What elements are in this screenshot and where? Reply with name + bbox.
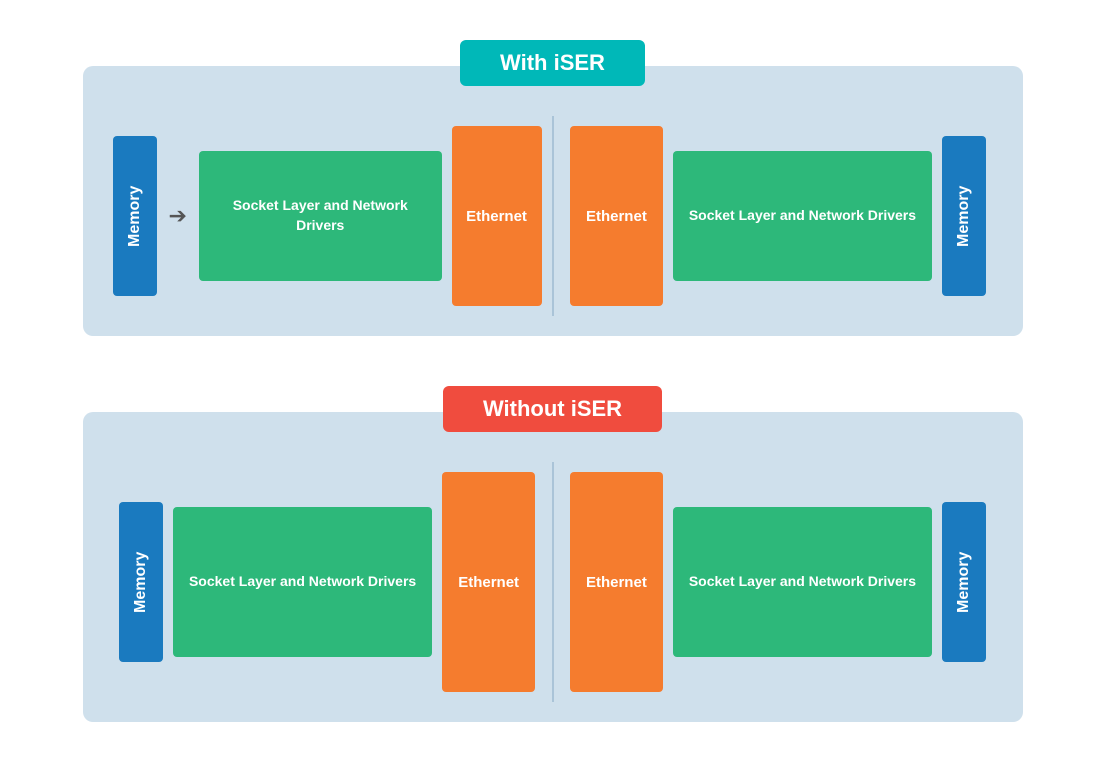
no-iser-diagram-body: Memory Socket Layer and Network Drivers … — [83, 412, 1023, 722]
iser-left-socket: Socket Layer and Network Drivers — [199, 151, 442, 281]
iser-right-half: Ethernet Socket Layer and Network Driver… — [554, 116, 1003, 316]
iser-right-socket: Socket Layer and Network Drivers — [673, 151, 932, 281]
iser-section: With iSER Memory ➔ Socket Layer and Netw… — [83, 20, 1023, 336]
no-iser-left-half: Memory Socket Layer and Network Drivers … — [103, 462, 554, 702]
iser-right-memory: Memory — [942, 136, 986, 296]
no-iser-section: Without iSER Memory Socket Layer and Net… — [83, 366, 1023, 722]
iser-left-half: Memory ➔ Socket Layer and Network Driver… — [103, 116, 554, 316]
no-iser-left-socket: Socket Layer and Network Drivers — [173, 507, 432, 657]
iser-right-ethernet: Ethernet — [570, 126, 663, 306]
no-iser-title: Without iSER — [443, 386, 662, 432]
no-iser-right-socket: Socket Layer and Network Drivers — [673, 507, 932, 657]
no-iser-right-memory: Memory — [942, 502, 986, 662]
iser-diagram-body: Memory ➔ Socket Layer and Network Driver… — [83, 66, 1023, 336]
iser-title: With iSER — [460, 40, 645, 86]
no-iser-left-memory: Memory — [119, 502, 163, 662]
iser-left-arrow: ➔ — [169, 203, 187, 229]
iser-left-memory: Memory — [113, 136, 157, 296]
no-iser-left-ethernet: Ethernet — [442, 472, 535, 692]
no-iser-right-half: Ethernet Socket Layer and Network Driver… — [554, 462, 1003, 702]
iser-left-ethernet: Ethernet — [452, 126, 542, 306]
no-iser-right-ethernet: Ethernet — [570, 472, 663, 692]
